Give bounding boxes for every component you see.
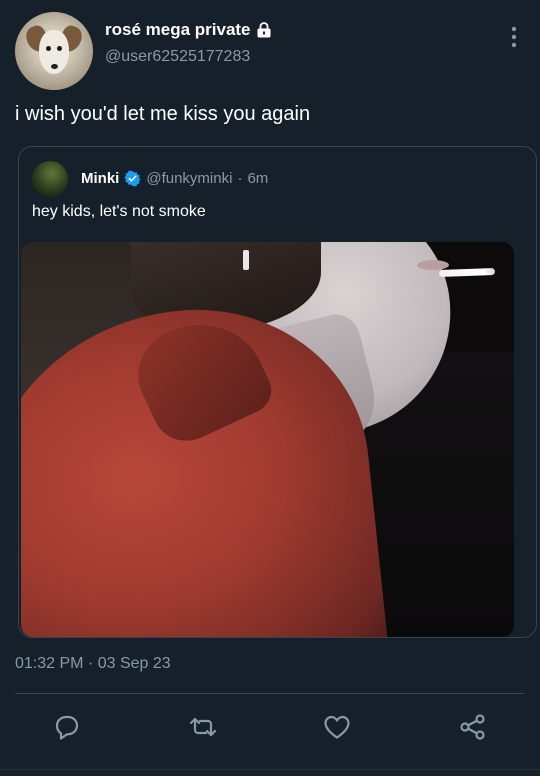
quoted-header: Minki @funkyminki · 6m [81,170,268,187]
avatar[interactable] [15,12,93,90]
quoted-handle[interactable]: @funkyminki [146,170,232,187]
share-icon[interactable] [458,712,488,742]
tweet-text: i wish you'd let me kiss you again [15,103,311,125]
quoted-avatar[interactable] [32,161,68,197]
more-vertical-icon[interactable] [510,26,518,48]
quoted-media-photo[interactable] [21,242,514,637]
display-name[interactable]: rosé mega private [105,20,251,40]
heart-icon[interactable] [322,712,352,742]
quoted-name[interactable]: Minki [81,170,119,187]
author-name-row[interactable]: rosé mega private [105,20,272,40]
divider [15,693,525,694]
tweet-timestamp[interactable]: 01:32 PM · 03 Sep 23 [15,655,171,673]
reply-icon[interactable] [52,712,82,742]
quoted-tweet[interactable]: Minki @funkyminki · 6m hey kids, let's n… [18,146,537,638]
author-handle[interactable]: @user62525177283 [105,48,250,66]
action-bar [0,712,540,752]
retweet-icon[interactable] [188,712,218,742]
separator-dot: · [237,170,243,187]
lock-icon [256,22,272,38]
verified-badge-icon [124,170,141,187]
bottom-divider [0,769,540,770]
quoted-text: hey kids, let's not smoke [32,203,206,220]
quoted-time[interactable]: 6m [247,170,268,187]
